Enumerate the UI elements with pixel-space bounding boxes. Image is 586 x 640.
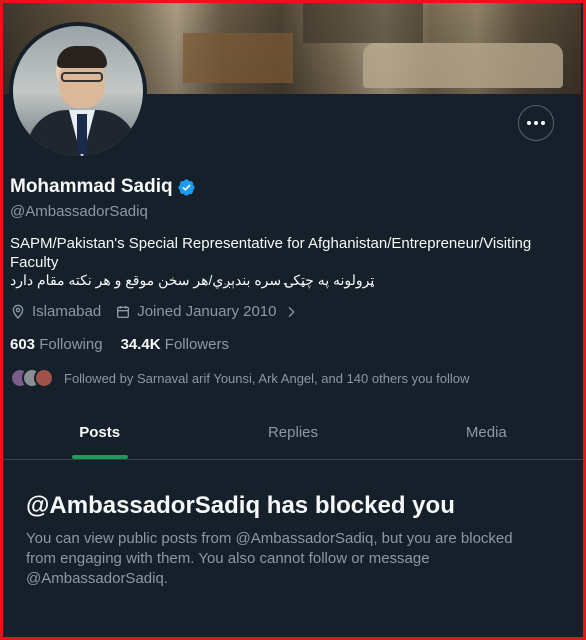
more-options-button[interactable] xyxy=(518,105,554,141)
joined-text: Joined January 2010 xyxy=(137,303,277,320)
profile-name: Mohammad Sadiq xyxy=(10,176,173,197)
profile-name-row: Mohammad Sadiq xyxy=(10,176,196,198)
joined-item[interactable]: Joined January 2010 xyxy=(115,303,298,320)
profile-meta: Islamabad Joined January 2010 xyxy=(10,303,307,320)
profile-bio: SAPM/Pakistan's Special Representative f… xyxy=(10,235,532,271)
blocked-title: @AmbassadorSadiq has blocked you xyxy=(26,492,455,519)
followers-label: Followers xyxy=(164,336,229,353)
followers-link[interactable]: 34.4K Followers xyxy=(121,336,229,353)
following-label: Following xyxy=(39,336,103,353)
blocked-message: You can view public posts from @Ambassad… xyxy=(26,530,513,587)
location-text: Islamabad xyxy=(32,303,102,320)
chevron-right-icon xyxy=(288,306,295,317)
profile-tabs: Posts Replies Media xyxy=(3,405,583,460)
followers-count: 34.4K xyxy=(120,336,161,353)
location-item: Islamabad xyxy=(10,303,101,320)
follow-stats: 603 Following 34.4K Followers xyxy=(10,336,229,353)
followed-by-text: Followed by Sarnaval arif Younsi, Ark An… xyxy=(64,370,470,386)
following-link[interactable]: 603 Following xyxy=(10,336,103,353)
location-icon xyxy=(12,304,24,319)
avatar xyxy=(34,368,54,388)
more-icon xyxy=(527,121,531,125)
followed-by-row[interactable]: Followed by Sarnaval arif Younsi, Ark An… xyxy=(10,368,469,388)
profile-handle: @AmbassadorSadiq xyxy=(10,203,148,220)
profile-bio-urdu: ټرولونه په چټکۍ سره بندېږي/هر سخن موقع و… xyxy=(10,272,375,288)
following-count: 603 xyxy=(10,336,36,353)
profile-avatar[interactable] xyxy=(9,22,147,160)
follower-avatars xyxy=(10,368,54,388)
calendar-icon xyxy=(117,305,130,318)
tab-replies[interactable]: Replies xyxy=(196,405,389,459)
tab-media[interactable]: Media xyxy=(390,405,583,459)
verified-icon[interactable] xyxy=(177,178,196,197)
tab-posts[interactable]: Posts xyxy=(3,405,196,459)
